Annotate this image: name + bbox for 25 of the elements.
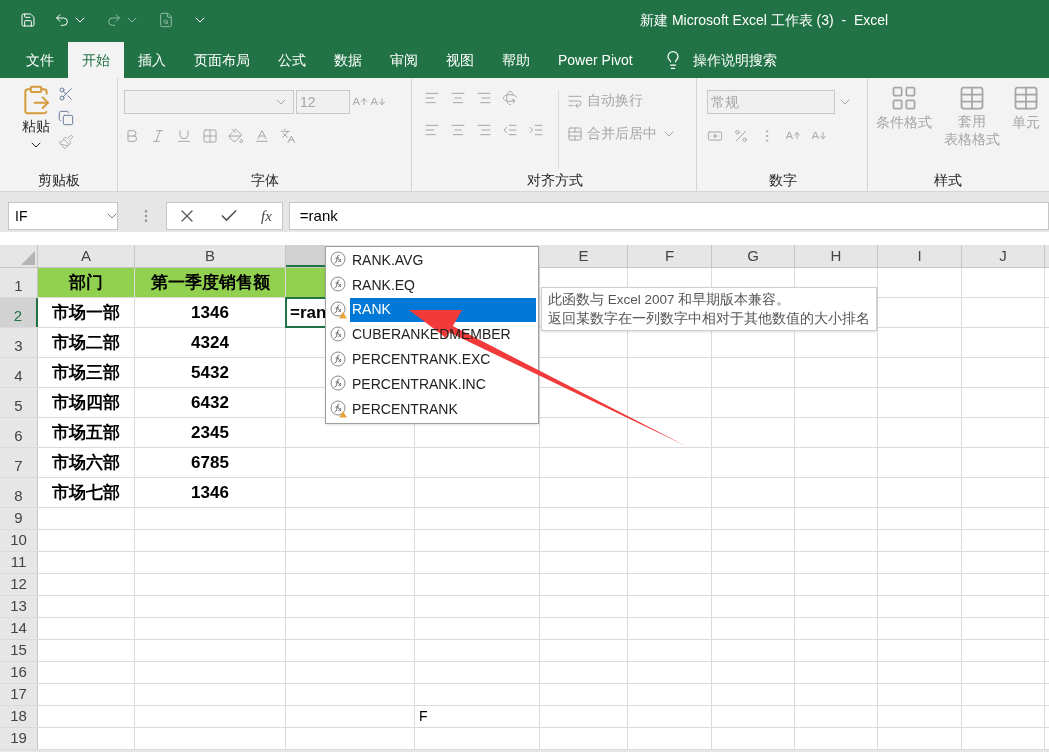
table-cell: 市场五部 (38, 418, 135, 447)
group-label: 样式 (934, 170, 962, 190)
table-cell: 市场一部 (38, 298, 135, 327)
table-cell: 市场三部 (38, 358, 135, 387)
header-cell: 第一季度销售额 (135, 268, 286, 297)
header-cell: 部门 (38, 268, 135, 297)
table-cell: 5432 (135, 358, 286, 387)
table-cell: F (415, 706, 540, 727)
table-cell: 市场二部 (38, 328, 135, 357)
table-cell: 市场七部 (38, 478, 135, 507)
table-cell: 2345 (135, 418, 286, 447)
group-label: 字体 (251, 170, 279, 190)
group-label: 数字 (768, 170, 797, 190)
group-label: 剪贴板 (38, 170, 80, 190)
table-cell: 市场六部 (38, 448, 135, 477)
table-cell: 6785 (135, 448, 286, 477)
table-cell: 1346 (135, 478, 286, 507)
table-cell: 6432 (135, 388, 286, 417)
tooltip-text: 此函数与 Excel 2007 和早期版本兼容。 (548, 291, 792, 309)
tooltip-text: 返回某数字在一列数字中相对于其他数值的大小排名 (548, 310, 870, 328)
window-title: 新建 Microsoft Excel 工作表 (3) - Excel (640, 10, 889, 30)
table-cell: 市场四部 (38, 388, 135, 417)
table-cell: 1346 (135, 298, 286, 327)
group-label: 对齐方式 (526, 170, 583, 190)
table-cell: 4324 (135, 328, 286, 357)
